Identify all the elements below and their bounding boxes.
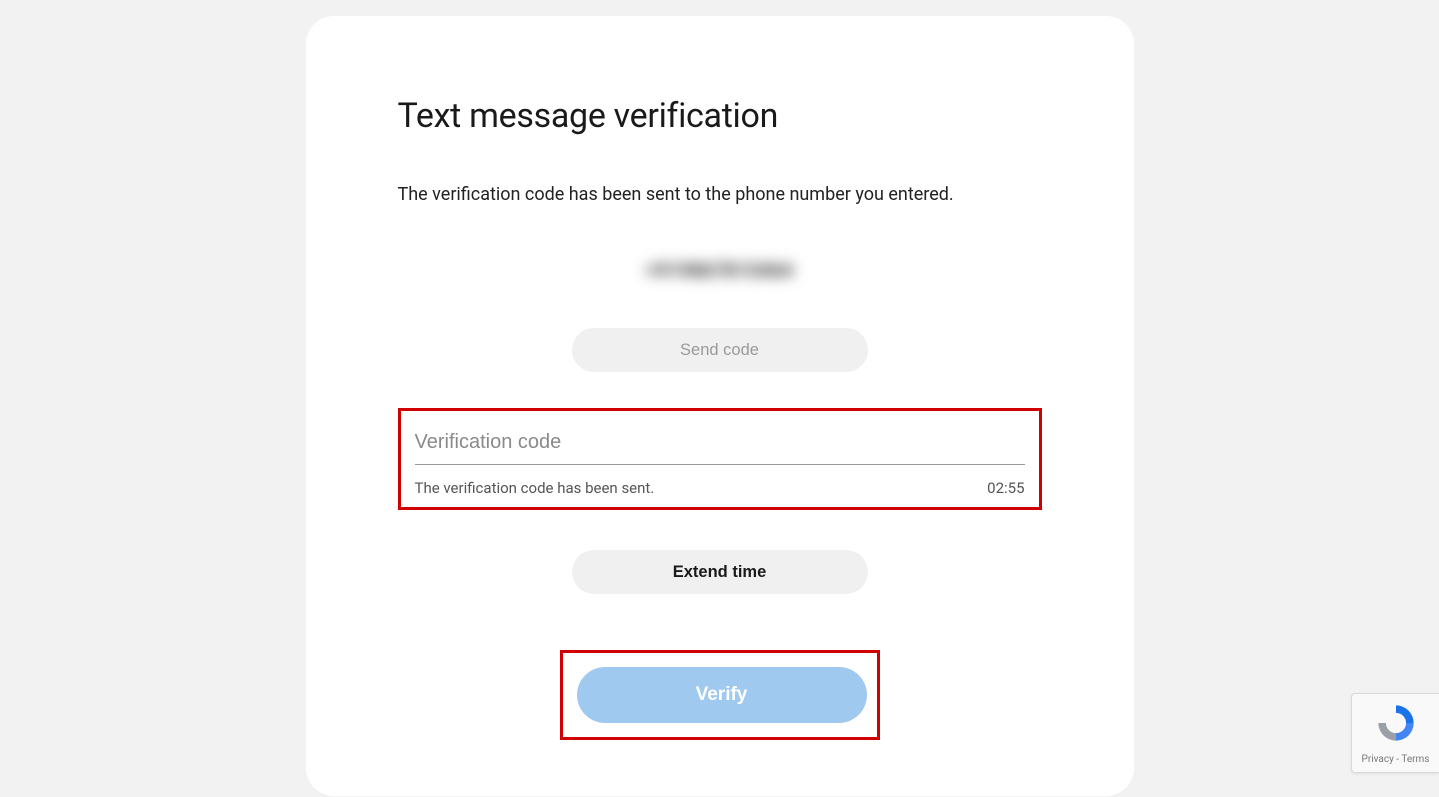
recaptcha-links: Privacy - Terms: [1362, 754, 1430, 765]
extend-time-button[interactable]: Extend time: [572, 550, 868, 594]
code-status-message: The verification code has been sent.: [415, 479, 655, 497]
recaptcha-terms-link[interactable]: Terms: [1401, 754, 1429, 765]
phone-number-masked: +919867815464: [398, 259, 1042, 282]
send-code-button[interactable]: Send code: [572, 328, 868, 372]
verify-button-highlight: Verify: [560, 650, 880, 740]
recaptcha-icon: [1375, 702, 1417, 748]
code-countdown-timer: 02:55: [987, 479, 1024, 497]
verification-code-field-wrap: The verification code has been sent. 02:…: [415, 425, 1025, 497]
page-title: Text message verification: [398, 96, 1042, 136]
code-input-highlight: The verification code has been sent. 02:…: [398, 408, 1042, 510]
code-status-row: The verification code has been sent. 02:…: [415, 479, 1025, 497]
recaptcha-badge[interactable]: Privacy - Terms: [1351, 693, 1439, 773]
recaptcha-privacy-link[interactable]: Privacy: [1362, 754, 1394, 765]
verification-card: Text message verification The verificati…: [306, 16, 1134, 796]
page-subtitle: The verification code has been sent to t…: [398, 184, 1042, 205]
verify-button[interactable]: Verify: [577, 667, 867, 723]
verification-code-input[interactable]: [415, 425, 1025, 465]
